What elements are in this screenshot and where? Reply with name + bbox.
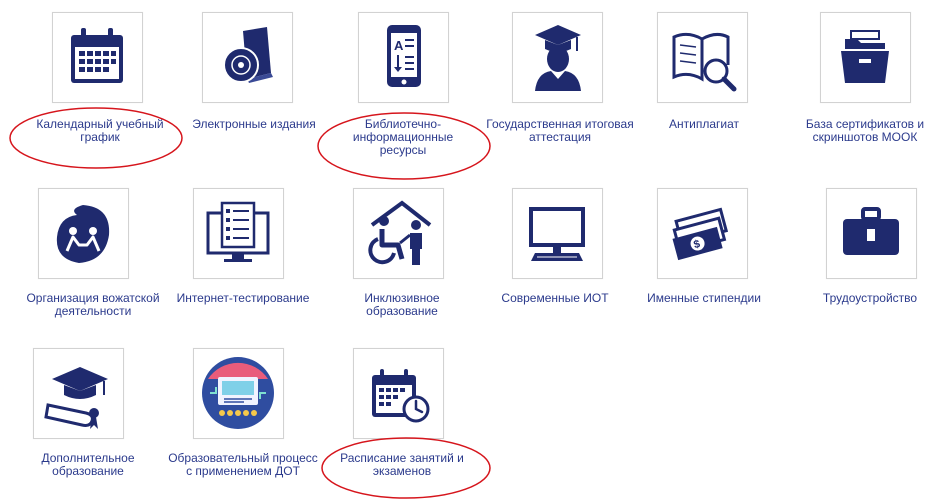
tile-box[interactable] <box>512 12 603 103</box>
tile-label: Именные стипендии <box>647 291 761 305</box>
inclusive-icon <box>368 200 432 265</box>
tile-label: Государственная итоговая аттестация <box>486 117 634 144</box>
tile-box[interactable] <box>657 12 748 103</box>
tile-box[interactable] <box>38 188 129 279</box>
tile-label: Образовательный процесс с применением ДО… <box>168 451 318 478</box>
graduate-icon <box>535 25 581 91</box>
book-magnifier-icon <box>672 32 737 92</box>
schedule-clock-icon <box>372 369 430 423</box>
file-cabinet-icon <box>841 30 889 83</box>
tile-box[interactable] <box>826 188 917 279</box>
briefcase-icon <box>843 207 899 255</box>
tile-label: Антиплагиат <box>669 117 739 131</box>
distance-learning-icon <box>202 357 274 429</box>
tile-label: Дополнительное образование <box>41 451 135 478</box>
tile-label: Интернет-тестирование <box>176 291 310 305</box>
tile-box[interactable]: A <box>358 12 449 103</box>
monitor-icon <box>529 207 585 261</box>
book-disc-icon <box>223 27 273 83</box>
tile-box[interactable] <box>353 348 444 439</box>
calendar-icon <box>71 28 123 83</box>
tile-box[interactable] <box>512 188 603 279</box>
tile-box[interactable] <box>193 348 284 439</box>
tile-label: Электронные издания <box>192 117 316 131</box>
tile-label: Расписание занятий и экзаменов <box>340 451 464 478</box>
ebook-reader-icon: A <box>387 25 421 87</box>
tile-label: Календарный учебный график <box>36 117 164 144</box>
counselor-logo-icon <box>56 205 110 263</box>
tile-label: Организация вожатской деятельности <box>26 291 160 318</box>
tile-label: Трудоустройство <box>822 291 918 305</box>
tile-label: Библиотечно-информационные ресурсы <box>352 117 454 157</box>
tile-box[interactable] <box>202 12 293 103</box>
tile-box[interactable] <box>820 12 911 103</box>
tile-box[interactable] <box>353 188 444 279</box>
diploma-cap-icon <box>44 367 108 429</box>
svg-text:A: A <box>394 38 404 53</box>
money-icon: $ <box>672 207 729 261</box>
tile-label: База сертификатов и скриншотов МООК <box>805 117 925 144</box>
tile-box[interactable]: $ <box>657 188 748 279</box>
tile-label: Современные ИОТ <box>501 291 609 305</box>
online-test-icon <box>206 201 270 262</box>
tile-box[interactable] <box>193 188 284 279</box>
tile-box[interactable] <box>33 348 124 439</box>
tile-label: Инклюзивное образование <box>364 291 440 318</box>
tile-box[interactable] <box>52 12 143 103</box>
